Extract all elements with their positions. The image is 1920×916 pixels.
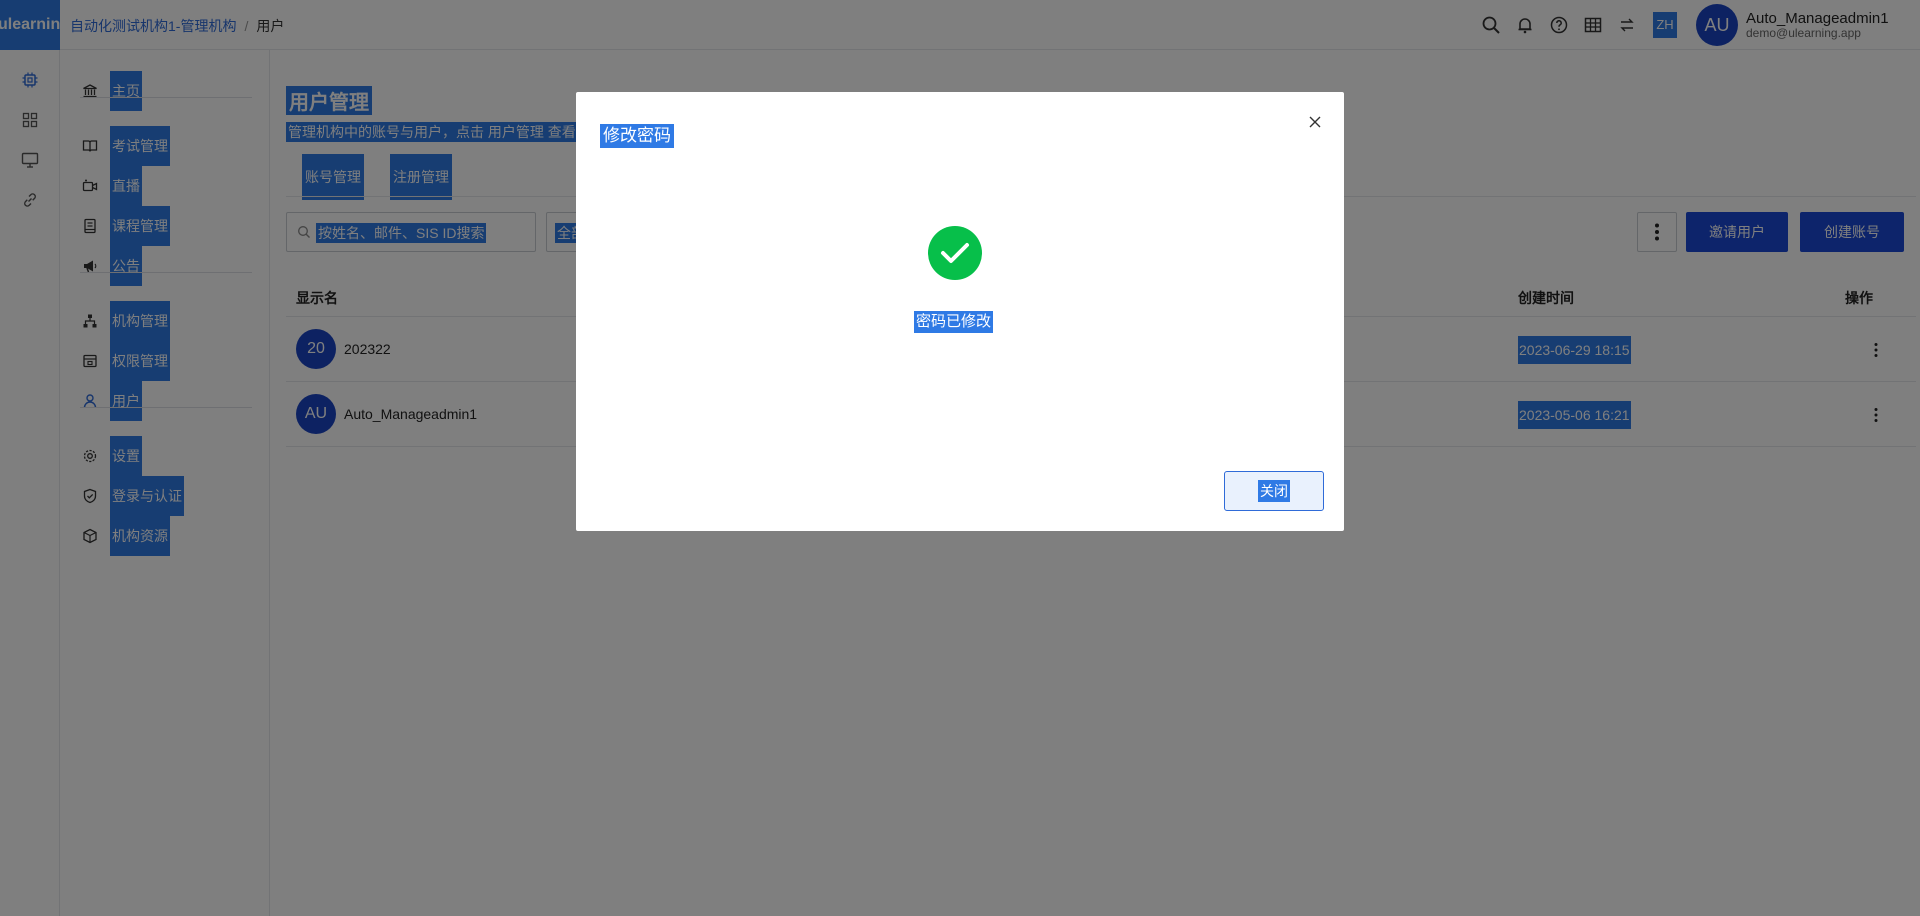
change-password-dialog: 修改密码 密码已修改 关闭 xyxy=(576,92,1344,531)
success-check-icon xyxy=(928,226,982,280)
success-message: 密码已修改 xyxy=(914,311,994,333)
dialog-title: 修改密码 xyxy=(600,124,674,148)
close-icon[interactable] xyxy=(1305,112,1325,132)
close-button-label: 关闭 xyxy=(1258,480,1290,502)
close-button[interactable]: 关闭 xyxy=(1224,471,1324,511)
